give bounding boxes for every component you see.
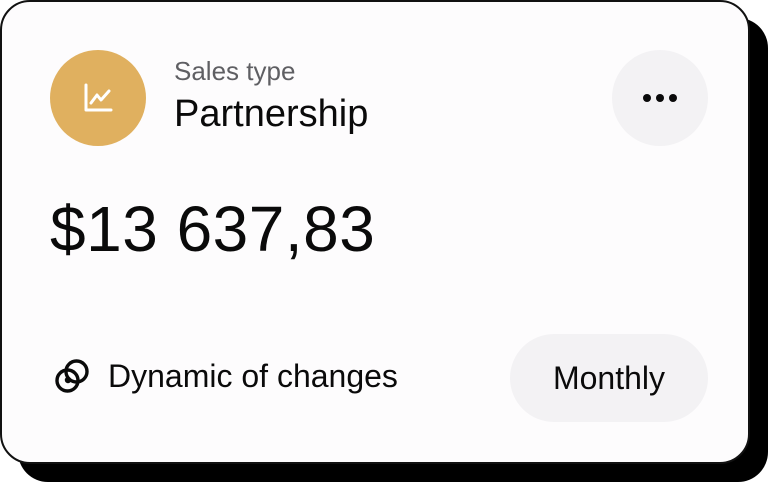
sales-type-label: Sales type [174,56,296,86]
sales-type-value: Partnership [174,93,369,135]
sales-avatar [50,50,146,146]
period-button[interactable]: Monthly [510,334,708,422]
sales-card: Sales type Partnership $13 637,83 Dynami… [0,0,750,464]
dynamic-of-changes: Dynamic of changes [52,356,398,396]
dynamic-changes-icon [55,359,89,393]
more-options-button[interactable] [612,50,708,146]
sales-amount: $13 637,83 [50,193,376,265]
more-horizontal-icon [643,94,677,102]
dynamic-of-changes-label: Dynamic of changes [108,358,398,394]
chart-line-icon [84,83,113,112]
